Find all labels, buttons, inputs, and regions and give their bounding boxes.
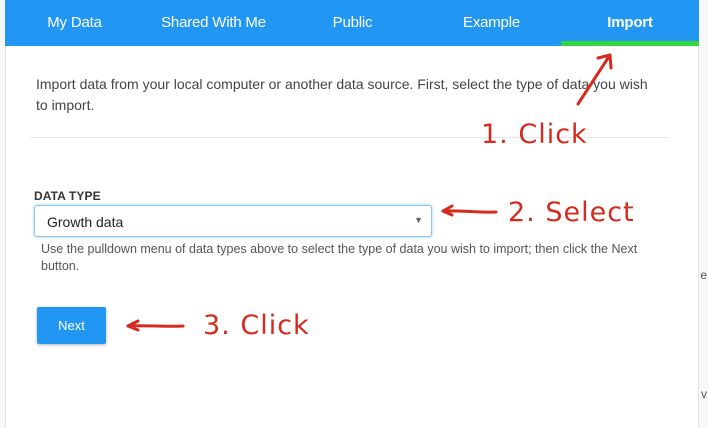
arrow-to-next-button (126, 319, 185, 332)
arrow-to-import-tab (576, 53, 613, 106)
page-background: e v My Data Shared With Me Public Exampl… (0, 0, 708, 428)
annotation-step-3: 3. Click (203, 310, 310, 341)
arrow-to-data-type-select (441, 204, 498, 217)
annotation-step-2: 2. Select (508, 197, 635, 228)
annotation-step-1: 1. Click (481, 119, 588, 150)
